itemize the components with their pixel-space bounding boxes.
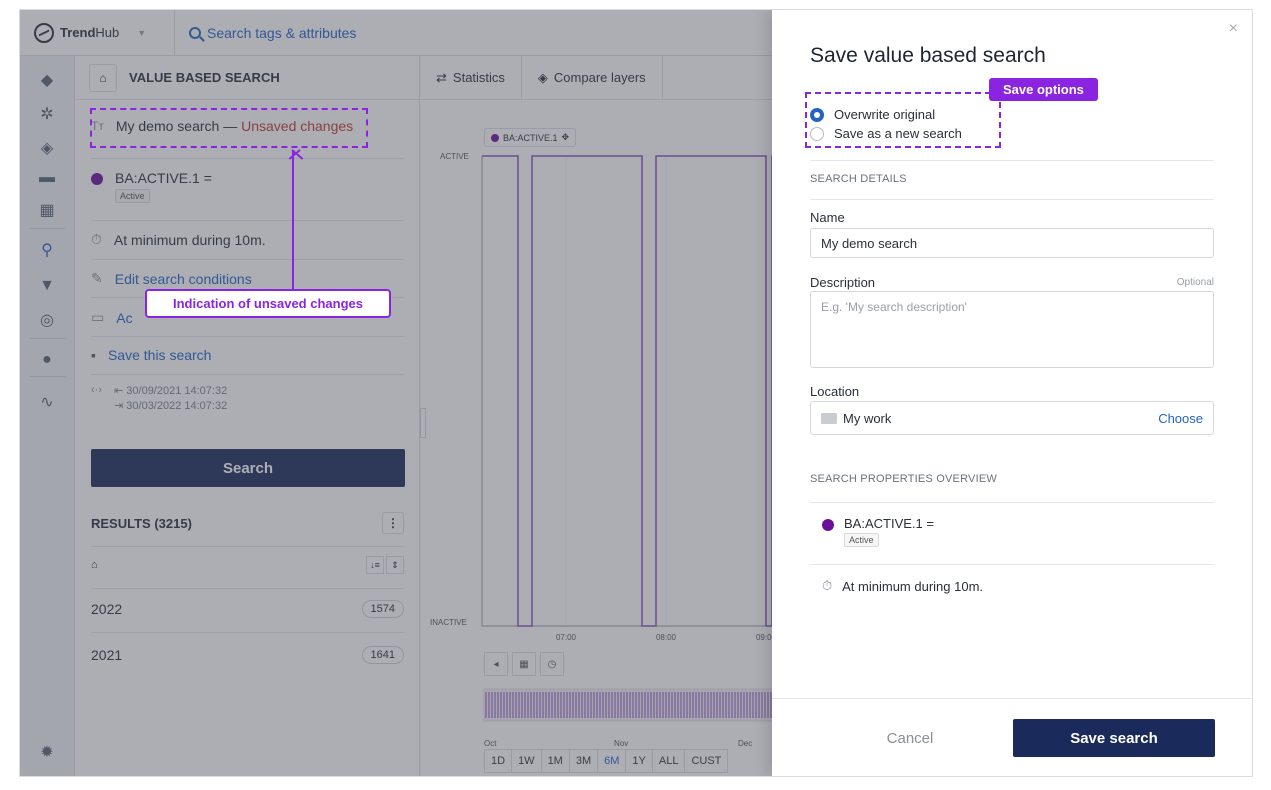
divider	[810, 564, 1214, 565]
unsaved-highlight	[90, 108, 368, 148]
name-label: Name	[810, 210, 845, 225]
overview-heading: SEARCH PROPERTIES OVERVIEW	[810, 473, 997, 485]
overview-duration: ⏱ At minimum during 10m.	[822, 578, 984, 594]
location-field: My work Choose	[810, 401, 1214, 435]
divider	[810, 502, 1214, 503]
unsaved-annotation: Indication of unsaved changes	[145, 289, 391, 318]
save-search-button[interactable]: Save search	[1013, 719, 1215, 757]
folder-icon	[821, 412, 837, 424]
divider	[810, 199, 1214, 200]
overview-condition: BA:ACTIVE.1 = Active	[822, 516, 934, 547]
location-value: My work	[843, 410, 892, 426]
cancel-button[interactable]: Cancel	[810, 719, 1010, 757]
divider	[810, 160, 1214, 161]
footer-divider	[772, 698, 1252, 699]
close-icon[interactable]: ×	[1229, 20, 1238, 38]
stopwatch-icon: ⏱	[822, 578, 833, 593]
description-textarea[interactable]: E.g. 'My search description'	[810, 291, 1214, 368]
overview-tag: BA:ACTIVE.1 =	[844, 516, 934, 531]
choose-location-link[interactable]: Choose	[1158, 411, 1203, 426]
search-details-heading: SEARCH DETAILS	[810, 173, 907, 185]
save-options-highlight	[805, 92, 1001, 148]
drawer-title: Save value based search	[810, 44, 1046, 67]
name-input[interactable]: My demo search	[810, 228, 1214, 258]
optional-hint: Optional	[1176, 277, 1214, 288]
save-options-annotation: Save options	[989, 78, 1098, 101]
series-dot-icon	[822, 519, 834, 531]
location-label: Location	[810, 384, 860, 399]
callout-line	[292, 150, 294, 290]
description-label: Description	[810, 275, 876, 290]
overview-value-chip: Active	[844, 533, 879, 547]
app-window: TrendHub ▼ Search tags & attributes ◆ ✲ …	[20, 10, 1252, 776]
